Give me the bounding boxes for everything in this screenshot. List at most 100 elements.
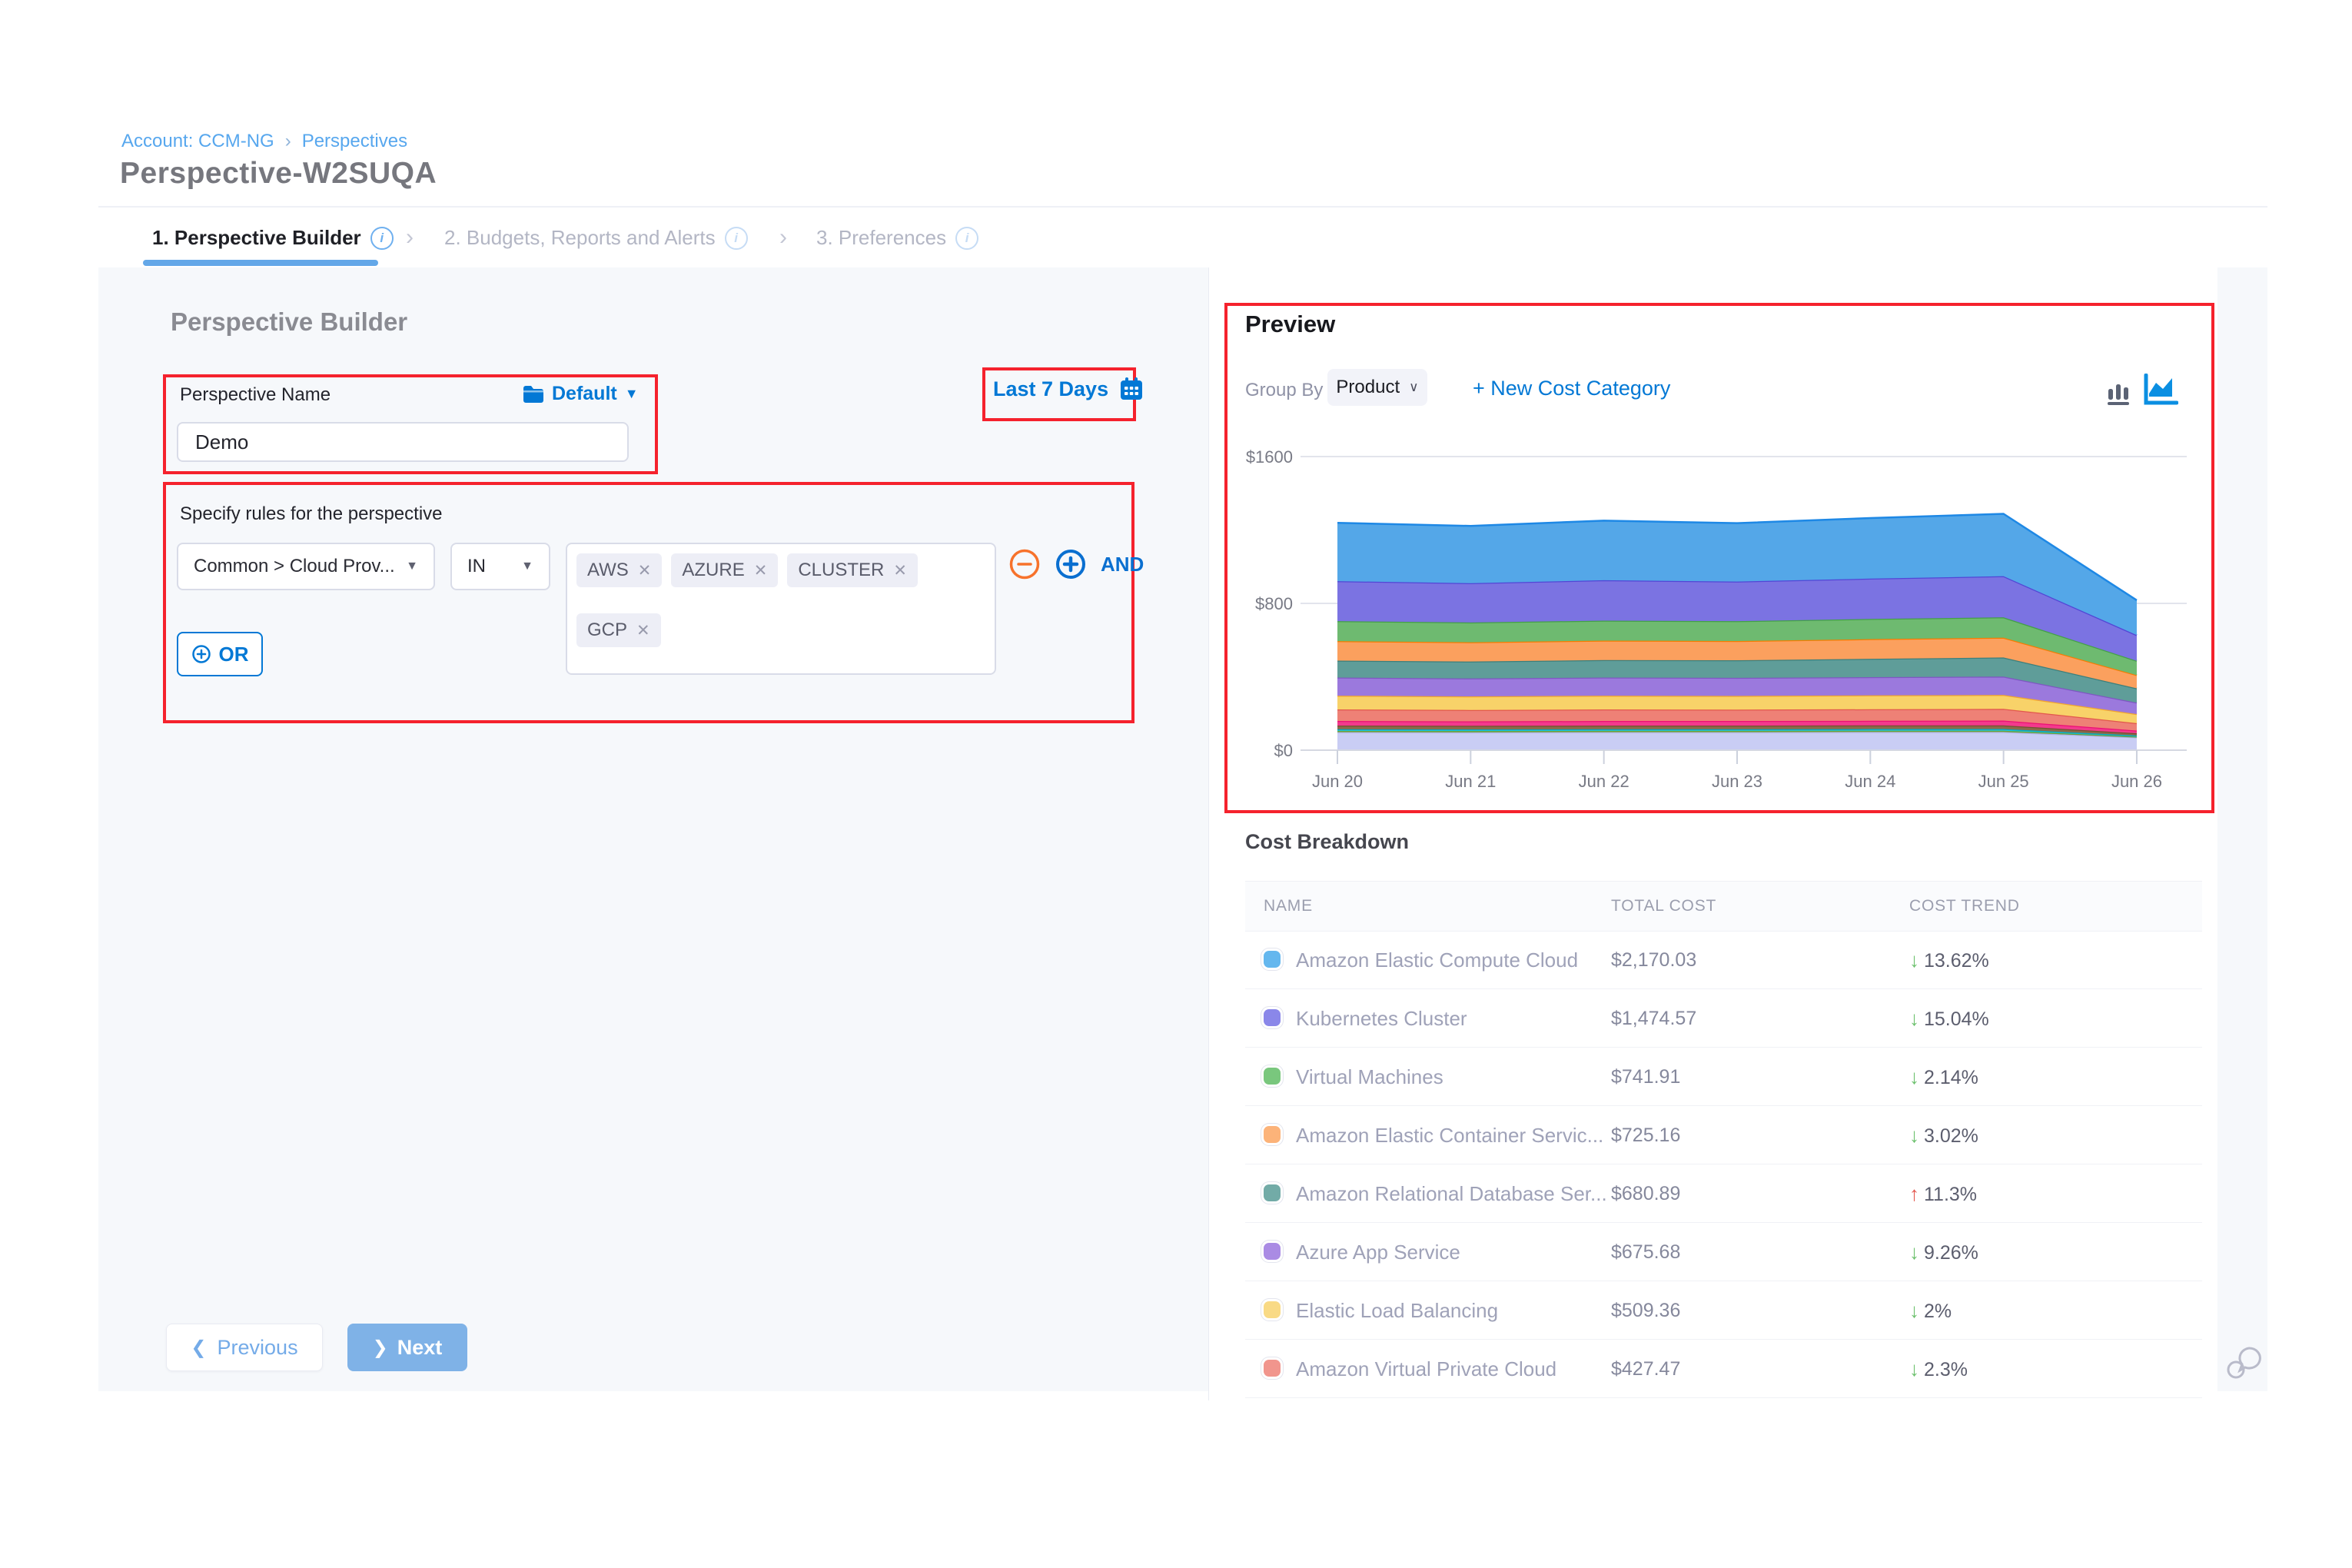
date-range-picker[interactable]: Last 7 Days: [993, 377, 1144, 401]
info-icon[interactable]: i: [725, 227, 748, 250]
trend-down-icon: ↓: [1909, 1007, 1919, 1030]
svg-text:Jun 22: Jun 22: [1579, 772, 1629, 791]
series-color-swatch: [1264, 1009, 1281, 1026]
series-color-swatch: [1264, 1184, 1281, 1201]
info-icon[interactable]: i: [370, 227, 394, 250]
chevron-left-icon: ❮: [191, 1337, 206, 1359]
rule-operator-select[interactable]: IN ▼: [450, 543, 550, 590]
tab-budgets-reports-alerts[interactable]: 2. Budgets, Reports and Alerts i: [444, 226, 748, 250]
series-color-swatch: [1264, 1301, 1281, 1318]
remove-chip-icon[interactable]: ✕: [638, 561, 652, 580]
add-rule-icon[interactable]: [1055, 548, 1087, 580]
chip-label: AZURE: [682, 560, 744, 581]
row-total-cost: $1,474.57: [1611, 1008, 1696, 1030]
row-total-cost: $680.89: [1611, 1183, 1680, 1205]
trend-down-icon: ↓: [1909, 1241, 1919, 1264]
table-row[interactable]: Amazon Elastic Container Servic... $725.1…: [1245, 1105, 2202, 1164]
breadcrumb-separator: ›: [285, 131, 291, 151]
preview-chart: $1600$800$0Jun 20Jun 21Jun 22Jun 23Jun 2…: [1237, 438, 2198, 799]
table-row[interactable]: Elastic Load Balancing $509.36 ↓2%: [1245, 1281, 2202, 1340]
trend-down-icon: ↓: [1909, 1299, 1919, 1322]
remove-rule-icon[interactable]: [1008, 548, 1041, 580]
table-row[interactable]: Virtual Machines $741.91 ↓2.14%: [1245, 1047, 2202, 1106]
table-row[interactable]: Kubernetes Cluster$1,474.57↓15.04%: [1245, 988, 2202, 1048]
area-chart-icon[interactable]: [2143, 374, 2178, 406]
tab-label: 1. Perspective Builder: [152, 226, 361, 250]
tab-perspective-builder[interactable]: 1. Perspective Builder i: [152, 226, 394, 250]
breadcrumb-account-link[interactable]: Account: CCM-NG: [121, 131, 274, 151]
breadcrumb-perspectives-link[interactable]: Perspectives: [302, 131, 407, 151]
svg-text:Jun 26: Jun 26: [2111, 772, 2162, 791]
page-title: Perspective-W2SUQA: [120, 157, 437, 191]
chip-label: CLUSTER: [798, 560, 884, 581]
folder-selector[interactable]: Default ▼: [523, 383, 639, 405]
chevron-down-icon: ∨: [1409, 380, 1418, 395]
group-by-label: Group By: [1245, 380, 1323, 401]
trend-up-icon: ↑: [1909, 1182, 1919, 1205]
row-cost-trend: ↓2.3%: [1909, 1357, 1968, 1381]
perspective-name-label: Perspective Name: [180, 384, 331, 406]
row-total-cost: $509.36: [1611, 1300, 1680, 1322]
column-header-cost-trend: COST TREND: [1909, 897, 2020, 915]
new-cost-category-link[interactable]: + New Cost Category: [1473, 377, 1670, 400]
breadcrumb: Account: CCM-NG › Perspectives: [121, 131, 407, 152]
chip-label: GCP: [587, 620, 627, 641]
rule-value-chip[interactable]: GCP ✕: [576, 613, 661, 647]
rule-value-chip[interactable]: AWS✕: [576, 553, 662, 587]
table-row[interactable]: Amazon Virtual Private Cloud$427.47↓2.3%: [1245, 1339, 2202, 1398]
perspective-name-input[interactable]: Demo: [177, 422, 629, 462]
chevron-right-icon: ›: [779, 224, 787, 251]
row-name: Amazon Elastic Container Servic...: [1296, 1124, 1603, 1148]
previous-label: Previous: [218, 1336, 298, 1360]
series-color-swatch: [1264, 1243, 1281, 1260]
remove-chip-icon[interactable]: ✕: [893, 561, 907, 580]
rule-field-select[interactable]: Common > Cloud Prov... ▼: [177, 543, 435, 590]
previous-button[interactable]: ❮ Previous: [166, 1324, 323, 1371]
chevron-right-icon: ❯: [373, 1337, 388, 1359]
svg-text:$800: $800: [1255, 594, 1293, 613]
group-by-select[interactable]: Product ∨: [1327, 369, 1427, 406]
trend-down-icon: ↓: [1909, 948, 1919, 972]
row-total-cost: $741.91: [1611, 1066, 1680, 1088]
chevron-right-icon: ›: [406, 224, 414, 251]
rule-value-chip[interactable]: AZURE ✕: [671, 553, 778, 587]
table-row[interactable]: Amazon Elastic Compute Cloud$2,170.03↓13…: [1245, 930, 2202, 989]
table-header: NAME TOTAL COST COST TREND: [1245, 881, 2202, 932]
plus-circle-icon: [191, 644, 211, 664]
or-label: OR: [219, 643, 249, 666]
row-cost-trend: ↓2.14%: [1909, 1065, 1978, 1089]
date-range-label: Last 7 Days: [993, 377, 1108, 401]
rule-value-chip[interactable]: CLUSTER ✕: [787, 553, 918, 587]
next-label: Next: [397, 1336, 443, 1360]
table-row[interactable]: Azure App Service$675.68↓9.26%: [1245, 1222, 2202, 1281]
tab-bar: 1. Perspective Builder i › 2. Budgets, R…: [98, 208, 2267, 267]
select-value: Common > Cloud Prov...: [194, 556, 395, 577]
rule-values-input[interactable]: AWS✕ AZURE ✕ CLUSTER ✕ GCP ✕: [566, 543, 996, 675]
row-name: Amazon Relational Database Ser...: [1296, 1182, 1607, 1206]
row-cost-trend: ↓9.26%: [1909, 1241, 1978, 1264]
svg-text:$1600: $1600: [1246, 447, 1293, 467]
active-tab-underline: [143, 260, 378, 266]
remove-chip-icon[interactable]: ✕: [754, 561, 768, 580]
svg-text:Jun 25: Jun 25: [1978, 772, 2029, 791]
info-icon[interactable]: i: [955, 227, 978, 250]
row-name: Virtual Machines: [1296, 1065, 1443, 1089]
input-value: Demo: [195, 430, 248, 454]
row-cost-trend: ↓13.62%: [1909, 948, 1989, 972]
row-name: Elastic Load Balancing: [1296, 1299, 1498, 1323]
cost-breakdown-heading: Cost Breakdown: [1245, 830, 1409, 854]
row-total-cost: $2,170.03: [1611, 949, 1696, 972]
rule-actions: AND: [1008, 548, 1144, 580]
rules-label: Specify rules for the perspective: [180, 503, 443, 525]
series-color-swatch: [1264, 1068, 1281, 1085]
row-total-cost: $725.16: [1611, 1125, 1680, 1147]
remove-chip-icon[interactable]: ✕: [636, 621, 650, 640]
bar-chart-icon[interactable]: [2106, 381, 2131, 406]
add-or-rule-button[interactable]: OR: [177, 632, 263, 676]
help-chat-icon[interactable]: [2226, 1344, 2266, 1382]
row-cost-trend: ↓2%: [1909, 1299, 1952, 1323]
tab-preferences[interactable]: 3. Preferences i: [816, 226, 978, 250]
table-row[interactable]: Amazon Relational Database Ser...$680.89…: [1245, 1164, 2202, 1223]
next-button[interactable]: ❯ Next: [347, 1324, 467, 1371]
column-header-total-cost: TOTAL COST: [1611, 897, 1716, 915]
